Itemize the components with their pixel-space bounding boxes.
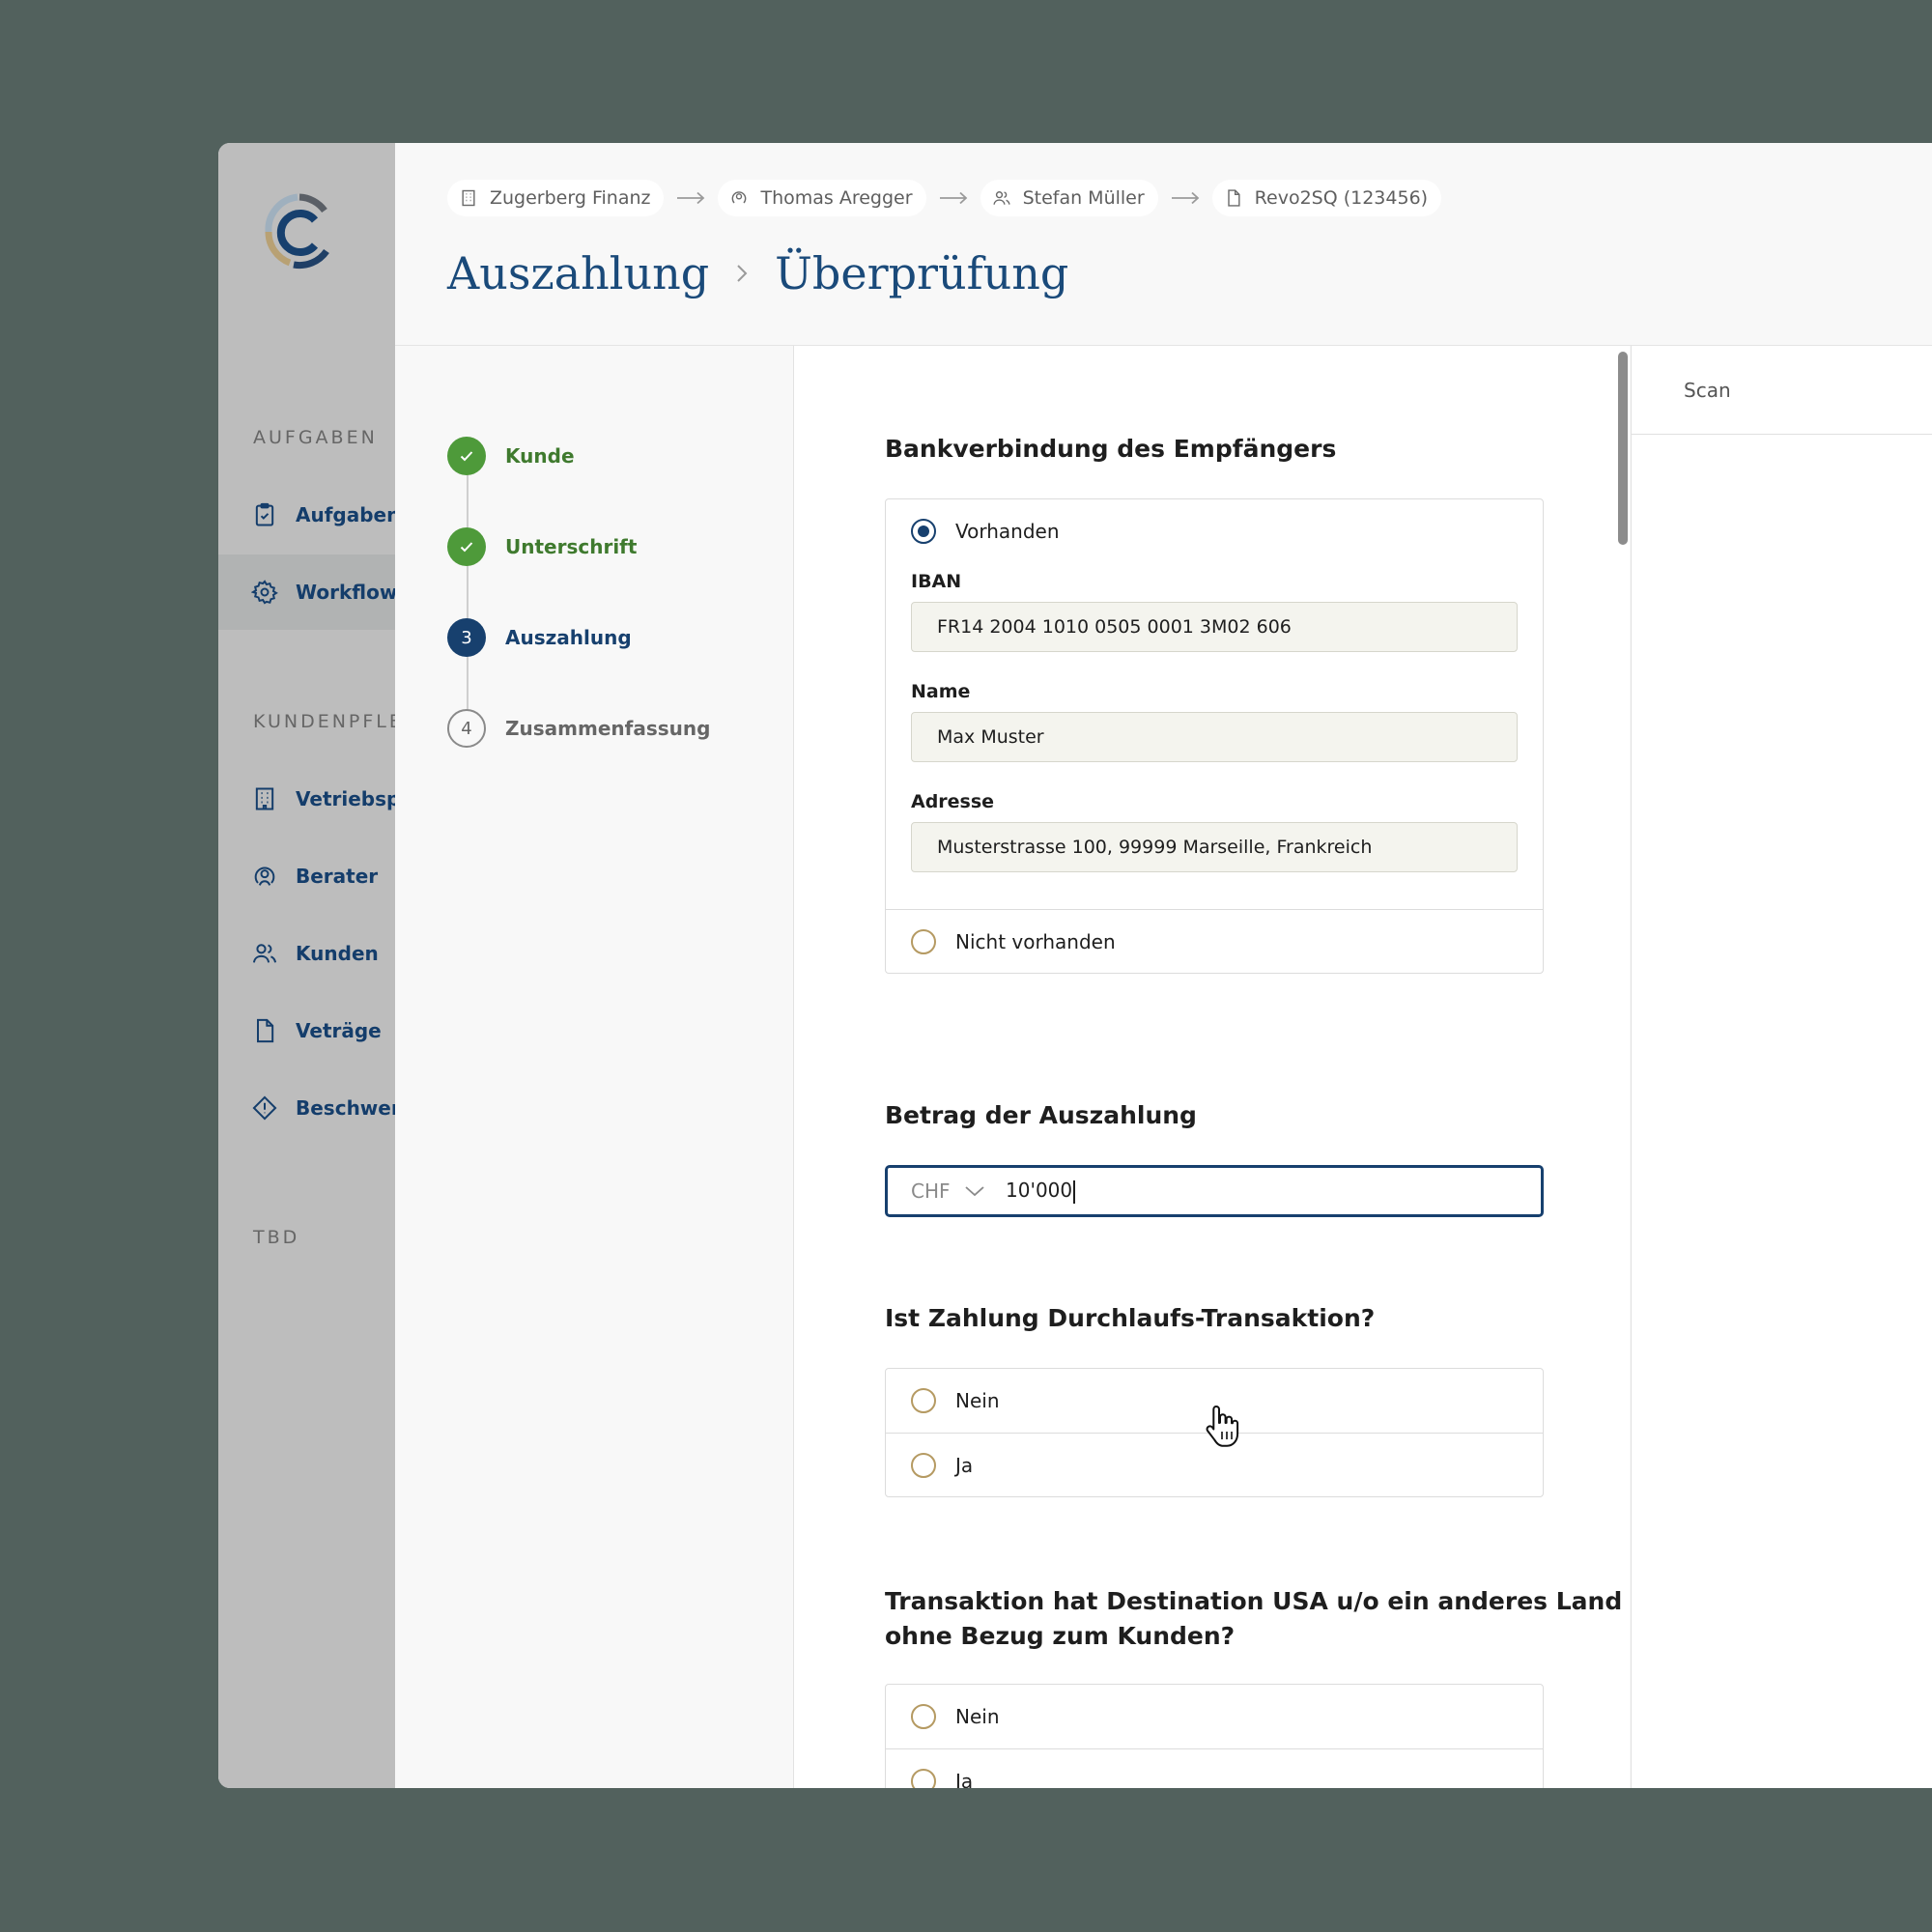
chevron-down-icon — [964, 1186, 984, 1197]
radio-button[interactable] — [911, 1388, 936, 1413]
sidebar-item-berater[interactable]: Berater — [218, 838, 395, 914]
breadcrumb-item[interactable]: Thomas Aregger — [718, 180, 926, 216]
sidebar-item-label: Veträge — [296, 1019, 382, 1042]
sidebar-item-label: Beschwerden — [296, 1096, 395, 1120]
currency-select[interactable]: CHF — [888, 1179, 1006, 1203]
page-title: Auszahlung Überprüfung — [447, 247, 1068, 299]
page-title-part: Überprüfung — [775, 247, 1069, 299]
radio-button[interactable] — [911, 519, 936, 544]
arrow-right-icon — [664, 191, 718, 205]
sidebar-item-label: Berater — [296, 865, 379, 888]
sidebar-item-vetriebspartner[interactable]: Vetriebspartner — [218, 761, 395, 837]
step-unterschrift[interactable]: Unterschrift — [447, 527, 637, 566]
page-title-part: Auszahlung — [447, 247, 710, 299]
document-icon — [251, 1017, 278, 1044]
chevron-right-icon — [734, 263, 750, 284]
hand-pointer-cursor-icon — [1206, 1406, 1239, 1447]
bank-radio-group: Vorhanden IBAN FR14 2004 1010 0505 0001 … — [885, 498, 1544, 974]
page-header: Zugerberg Finanz Thomas Aregger Stefan M… — [395, 143, 1932, 346]
radio-option-nicht-vorhanden[interactable]: Nicht vorhanden — [886, 909, 1543, 973]
step-auszahlung[interactable]: 3 Auszahlung — [447, 618, 632, 657]
breadcrumb-item[interactable]: Revo2SQ (123456) — [1211, 180, 1442, 216]
section-title-bank: Bankverbindung des Empfängers — [885, 435, 1337, 463]
company-logo — [265, 193, 329, 270]
step-zusammenfassung[interactable]: 4 Zusammenfassung — [447, 709, 710, 748]
sidebar-item-label: Vetriebspartner — [296, 787, 395, 810]
amount-value[interactable]: 10'000 — [1006, 1179, 1076, 1204]
tab-scan[interactable]: Scan — [1632, 346, 1932, 435]
nav-section-tbd: TBD — [253, 1227, 300, 1248]
nav-section-kundenpflege: KUNDENPFLEGE — [253, 711, 395, 732]
sidebar-item-aufgaben[interactable]: Aufgaben — [218, 477, 395, 553]
users-icon — [992, 191, 1010, 205]
sidebar-item-vertraege[interactable]: Veträge — [218, 993, 395, 1068]
stepper-line — [467, 454, 469, 724]
step-kunde[interactable]: Kunde — [447, 437, 575, 475]
sidebar-item-workflows[interactable]: Workflows — [218, 554, 395, 630]
nav-section-aufgaben: AUFGABEN — [253, 427, 378, 448]
sidebar-item-label: Aufgaben — [296, 503, 395, 526]
advisor-icon — [251, 863, 278, 890]
amount-input[interactable]: CHF 10'000 — [885, 1165, 1544, 1217]
radio-button[interactable] — [911, 1452, 936, 1478]
sidebar: AUFGABEN Aufgaben Workflows KUNDENPFLEGE… — [218, 143, 395, 1788]
arrow-right-icon — [1158, 191, 1212, 205]
radio-option-vorhanden[interactable]: Vorhanden — [886, 499, 1543, 563]
radio-button[interactable] — [911, 1704, 936, 1729]
sidebar-item-kunden[interactable]: Kunden — [218, 916, 395, 991]
address-field[interactable]: Musterstrasse 100, 99999 Marseille, Fran… — [911, 822, 1518, 872]
clipboard-check-icon — [251, 501, 278, 528]
bank-details: IBAN FR14 2004 1010 0505 0001 3M02 606 N… — [886, 563, 1543, 909]
iban-label: IBAN — [911, 571, 962, 592]
sidebar-item-label: Kunden — [296, 942, 379, 965]
radio-option-ja[interactable]: Ja — [886, 1748, 1543, 1788]
breadcrumb: Zugerberg Finanz Thomas Aregger Stefan M… — [447, 180, 1442, 216]
progress-stepper: Kunde Unterschrift 3 Auszahlung 4 Zusamm… — [395, 346, 793, 1788]
breadcrumb-item[interactable]: Stefan Müller — [980, 180, 1158, 216]
address-label: Adresse — [911, 791, 995, 812]
step-number: 4 — [447, 709, 486, 748]
radio-button[interactable] — [911, 1768, 936, 1788]
breadcrumb-item[interactable]: Zugerberg Finanz — [447, 180, 665, 216]
scrollbar[interactable] — [1618, 352, 1628, 545]
sidebar-item-label: Workflows — [296, 581, 395, 604]
app-window: AUFGABEN Aufgaben Workflows KUNDENPFLEGE… — [218, 143, 1932, 1788]
gear-icon — [251, 579, 278, 606]
name-label: Name — [911, 681, 971, 702]
form-panel: Bankverbindung des Empfängers Vorhanden … — [793, 346, 1630, 1788]
document-preview-pane: Scan — [1631, 346, 1932, 1788]
section-title-transit: Ist Zahlung Durchlaufs-Transaktion? — [885, 1304, 1376, 1332]
check-icon — [447, 527, 486, 566]
building-icon — [251, 785, 278, 812]
radio-button[interactable] — [911, 928, 936, 954]
sidebar-item-beschwerden[interactable]: Beschwerden — [218, 1070, 395, 1146]
users-icon — [251, 940, 278, 967]
name-field[interactable]: Max Muster — [911, 712, 1518, 762]
arrow-right-icon — [926, 191, 980, 205]
check-icon — [447, 437, 486, 475]
advisor-icon — [732, 191, 747, 204]
document-icon — [1227, 189, 1240, 207]
radio-option-nein[interactable]: Nein — [886, 1685, 1543, 1748]
step-number: 3 — [447, 618, 486, 657]
warning-diamond-icon — [251, 1094, 278, 1122]
section-title-destination: Transaktion hat Destination USA u/o ein … — [885, 1587, 1623, 1650]
building-icon — [462, 189, 475, 207]
iban-field[interactable]: FR14 2004 1010 0505 0001 3M02 606 — [911, 602, 1518, 652]
text-caret — [1073, 1179, 1076, 1204]
section-title-amount: Betrag der Auszahlung — [885, 1101, 1197, 1129]
destination-radio-group: Nein Ja — [885, 1684, 1544, 1788]
